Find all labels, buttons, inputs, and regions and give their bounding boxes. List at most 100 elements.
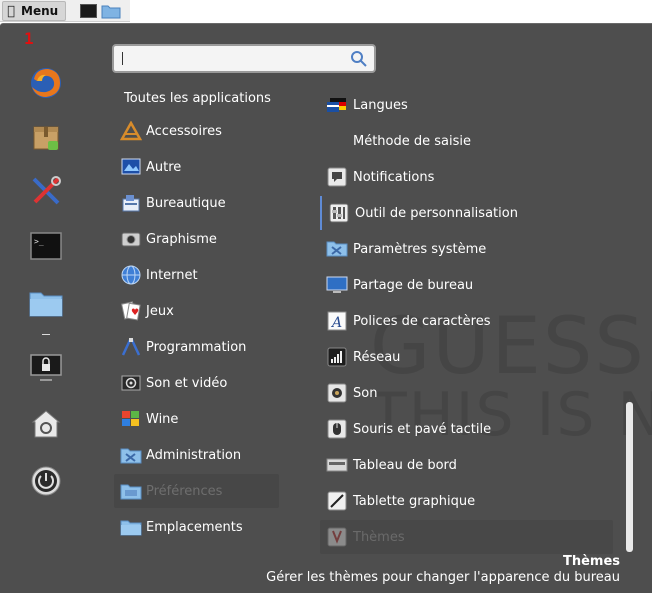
folder-launcher-icon[interactable] (101, 3, 121, 19)
category-graphics[interactable]: Graphisme (114, 222, 279, 256)
preferences-icon (118, 480, 144, 502)
search-icon[interactable] (349, 49, 369, 69)
themes-icon (325, 526, 349, 548)
selected-app-title: Thèmes (562, 554, 620, 569)
category-games[interactable]: ♥ Jeux (114, 294, 279, 328)
apps-scrollbar[interactable] (626, 402, 633, 552)
power-icon (31, 466, 61, 496)
desktop-sharing-icon (325, 274, 349, 296)
category-office[interactable]: Bureautique (114, 186, 279, 220)
app-label: Outil de personnalisation (355, 205, 518, 221)
tools-icon (32, 176, 61, 205)
favorite-shutdown[interactable] (24, 459, 68, 503)
app-system-settings[interactable]: Paramètres système (320, 232, 613, 266)
app-fonts[interactable]: A Polices de caractères (320, 304, 613, 338)
svg-text:>_: >_ (34, 237, 44, 246)
administration-icon (118, 444, 144, 466)
favorite-package-manager[interactable] (24, 115, 68, 159)
app-desktop-sharing[interactable]: Partage de bureau (320, 268, 613, 302)
favorite-system-tools[interactable] (24, 169, 68, 213)
app-panel[interactable]: Tableau de bord (320, 448, 613, 482)
category-administration[interactable]: Administration (114, 438, 279, 472)
category-label: Accessoires (146, 123, 222, 139)
selected-app-description: Gérer les thèmes pour changer l'apparenc… (266, 570, 620, 585)
top-panel:  Menu (0, 0, 130, 22)
app-label: Langues (353, 97, 408, 113)
app-network[interactable]: Réseau (320, 340, 613, 374)
app-label: Tableau de bord (353, 457, 457, 473)
category-label: Administration (146, 447, 242, 463)
package-icon (33, 126, 59, 150)
category-label: Graphisme (146, 231, 217, 247)
category-programming[interactable]: Programmation (114, 330, 279, 364)
svg-text:A: A (330, 315, 342, 331)
category-accessories[interactable]: Accessoires (114, 114, 279, 148)
app-sound[interactable]: Son (320, 376, 613, 410)
tablet-icon (325, 490, 349, 512)
category-other[interactable]: Autre (114, 150, 279, 184)
category-places[interactable]: Emplacements (114, 510, 279, 544)
flag-icon (325, 94, 349, 116)
category-label: Préférences (146, 483, 223, 499)
tweak-tool-icon (327, 202, 351, 224)
category-internet[interactable]: Internet (114, 258, 279, 292)
favorite-logout[interactable] (24, 402, 68, 446)
category-multimedia[interactable]: Son et vidéo (114, 366, 279, 400)
system-settings-icon (325, 238, 349, 260)
places-icon (118, 516, 144, 538)
text-cursor (122, 52, 123, 65)
office-icon (118, 192, 144, 214)
sound-icon (325, 382, 349, 404)
category-label: Emplacements (146, 519, 243, 535)
panel-icon (325, 454, 349, 476)
search-box[interactable] (112, 44, 376, 73)
favorite-lock-screen[interactable] (24, 346, 68, 390)
favorite-home-folder[interactable] (24, 281, 68, 325)
internet-icon (118, 264, 144, 286)
graphics-icon (118, 228, 144, 250)
app-label: Partage de bureau (353, 277, 474, 293)
input-method-placeholder (325, 130, 349, 152)
category-label: Son et vidéo (146, 375, 228, 391)
category-wine[interactable]: Wine (114, 402, 279, 436)
favorite-terminal[interactable]: >_ (24, 224, 68, 268)
app-label: Son (353, 385, 378, 401)
category-label: Jeux (146, 303, 174, 319)
favorite-firefox[interactable] (24, 61, 68, 105)
menu-button[interactable]:  Menu (2, 1, 66, 21)
folder-icon (29, 292, 63, 317)
app-themes[interactable]: Thèmes (320, 520, 613, 554)
app-label: Réseau (353, 349, 401, 365)
app-label: Notifications (353, 169, 435, 185)
category-label: Autre (146, 159, 182, 175)
app-label: Polices de caractères (353, 313, 491, 329)
app-graphics-tablet[interactable]: Tablette graphique (320, 484, 613, 518)
app-label: Paramètres système (353, 241, 487, 257)
terminal-icon: >_ (30, 232, 62, 260)
notification-icon (325, 166, 349, 188)
app-tweak-tool[interactable]: Outil de personnalisation (320, 196, 613, 230)
app-label: Souris et pavé tactile (353, 421, 492, 437)
app-label: Thèmes (353, 529, 405, 545)
category-preferences[interactable]: Préférences (114, 474, 279, 508)
network-icon (325, 346, 349, 368)
app-languages[interactable]: Langues (320, 88, 613, 122)
category-label: Internet (146, 267, 198, 283)
svg-text:♥: ♥ (131, 308, 139, 318)
firefox-icon (31, 68, 61, 98)
search-input[interactable] (119, 49, 347, 68)
app-mouse-touchpad[interactable]: Souris et pavé tactile (320, 412, 613, 446)
app-notifications[interactable]: Notifications (320, 160, 613, 194)
logout-icon (31, 410, 61, 438)
mouse-icon (325, 418, 349, 440)
application-menu: GUESS THIS IS N 1 2 3 >_ (0, 23, 652, 593)
wine-icon (118, 408, 144, 430)
fonts-icon: A (325, 310, 349, 332)
accessories-icon (118, 120, 144, 142)
terminal-launcher-icon[interactable] (80, 4, 97, 18)
annotation-1: 1 (24, 29, 34, 48)
lock-screen-icon (30, 354, 62, 381)
app-input-method[interactable]: Méthode de saisie (320, 124, 613, 158)
category-all-applications[interactable]: Toutes les applications (114, 81, 279, 115)
programming-icon (118, 336, 144, 358)
